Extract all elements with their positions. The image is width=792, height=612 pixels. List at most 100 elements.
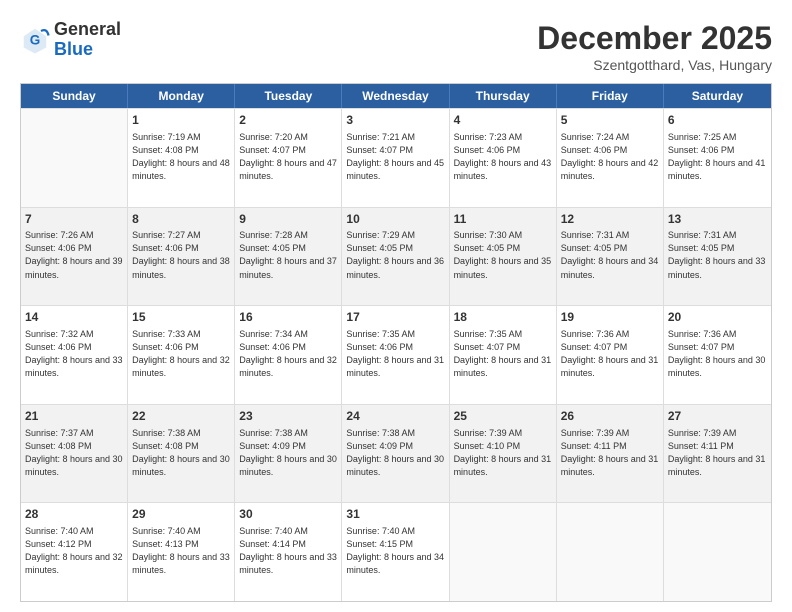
calendar-cell: 9Sunrise: 7:28 AM Sunset: 4:05 PM Daylig… [235, 208, 342, 306]
cell-info: Sunrise: 7:29 AM Sunset: 4:05 PM Dayligh… [346, 229, 444, 281]
cell-info: Sunrise: 7:23 AM Sunset: 4:06 PM Dayligh… [454, 131, 552, 183]
cell-info: Sunrise: 7:35 AM Sunset: 4:06 PM Dayligh… [346, 328, 444, 380]
calendar-cell: 15 Sunrise: 7:33 AM Sunset: 4:06 PM Dayli… [128, 306, 235, 404]
calendar-cell: 11Sunrise: 7:30 AM Sunset: 4:05 PM Dayli… [450, 208, 557, 306]
calendar-cell: 22 Sunrise: 7:38 AM Sunset: 4:08 PM Dayli… [128, 405, 235, 503]
calendar-cell: 16Sunrise: 7:34 AM Sunset: 4:06 PM Dayli… [235, 306, 342, 404]
calendar-cell: 10Sunrise: 7:29 AM Sunset: 4:05 PM Dayli… [342, 208, 449, 306]
cell-info: Sunrise: 7:30 AM Sunset: 4:05 PM Dayligh… [454, 229, 552, 281]
header-day: Friday [557, 84, 664, 108]
calendar-cell [557, 503, 664, 601]
calendar-cell: 20 Sunrise: 7:36 AM Sunset: 4:07 PM Dayli… [664, 306, 771, 404]
day-number: 14 [25, 309, 123, 326]
calendar-cell [450, 503, 557, 601]
cell-info: Sunrise: 7:26 AM Sunset: 4:06 PM Dayligh… [25, 229, 123, 281]
cell-info: Sunrise: 7:21 AM Sunset: 4:07 PM Dayligh… [346, 131, 444, 183]
calendar-cell: 25 Sunrise: 7:39 AM Sunset: 4:10 PM Dayli… [450, 405, 557, 503]
logo-blue: Blue [54, 40, 121, 60]
day-number: 20 [668, 309, 767, 326]
calendar-cell: 24Sunrise: 7:38 AM Sunset: 4:09 PM Dayli… [342, 405, 449, 503]
calendar-cell: 27 Sunrise: 7:39 AM Sunset: 4:11 PM Dayli… [664, 405, 771, 503]
cell-info: Sunrise: 7:39 AM Sunset: 4:10 PM Dayligh… [454, 427, 552, 479]
cell-info: Sunrise: 7:40 AM Sunset: 4:13 PM Dayligh… [132, 525, 230, 577]
day-number: 28 [25, 506, 123, 523]
day-number: 5 [561, 112, 659, 129]
location: Szentgotthard, Vas, Hungary [537, 57, 772, 73]
day-number: 3 [346, 112, 444, 129]
header-day: Saturday [664, 84, 771, 108]
cell-info: Sunrise: 7:35 AM Sunset: 4:07 PM Dayligh… [454, 328, 552, 380]
calendar-body: 1 Sunrise: 7:19 AM Sunset: 4:08 PM Daylig… [21, 108, 771, 601]
header-day: Sunday [21, 84, 128, 108]
calendar-row: 28Sunrise: 7:40 AM Sunset: 4:12 PM Dayli… [21, 502, 771, 601]
day-number: 1 [132, 112, 230, 129]
day-number: 19 [561, 309, 659, 326]
calendar-cell: 29 Sunrise: 7:40 AM Sunset: 4:13 PM Dayli… [128, 503, 235, 601]
day-number: 2 [239, 112, 337, 129]
calendar-row: 14 Sunrise: 7:32 AM Sunset: 4:06 PM Dayli… [21, 305, 771, 404]
day-number: 29 [132, 506, 230, 523]
cell-info: Sunrise: 7:38 AM Sunset: 4:08 PM Dayligh… [132, 427, 230, 479]
cell-info: Sunrise: 7:28 AM Sunset: 4:05 PM Dayligh… [239, 229, 337, 281]
cell-info: Sunrise: 7:39 AM Sunset: 4:11 PM Dayligh… [561, 427, 659, 479]
calendar-row: 7Sunrise: 7:26 AM Sunset: 4:06 PM Daylig… [21, 207, 771, 306]
day-number: 15 [132, 309, 230, 326]
cell-info: Sunrise: 7:38 AM Sunset: 4:09 PM Dayligh… [239, 427, 337, 479]
calendar-cell: 12Sunrise: 7:31 AM Sunset: 4:05 PM Dayli… [557, 208, 664, 306]
month-title: December 2025 [537, 20, 772, 57]
logo: G General Blue [20, 20, 121, 60]
cell-info: Sunrise: 7:40 AM Sunset: 4:14 PM Dayligh… [239, 525, 337, 577]
day-number: 22 [132, 408, 230, 425]
cell-info: Sunrise: 7:36 AM Sunset: 4:07 PM Dayligh… [668, 328, 767, 380]
calendar-cell: 28Sunrise: 7:40 AM Sunset: 4:12 PM Dayli… [21, 503, 128, 601]
calendar-cell: 3 Sunrise: 7:21 AM Sunset: 4:07 PM Daylig… [342, 109, 449, 207]
calendar-cell: 30Sunrise: 7:40 AM Sunset: 4:14 PM Dayli… [235, 503, 342, 601]
day-number: 17 [346, 309, 444, 326]
calendar-cell: 13Sunrise: 7:31 AM Sunset: 4:05 PM Dayli… [664, 208, 771, 306]
calendar-cell: 21Sunrise: 7:37 AM Sunset: 4:08 PM Dayli… [21, 405, 128, 503]
day-number: 12 [561, 211, 659, 228]
day-number: 26 [561, 408, 659, 425]
header-day: Thursday [450, 84, 557, 108]
calendar-cell: 18 Sunrise: 7:35 AM Sunset: 4:07 PM Dayli… [450, 306, 557, 404]
day-number: 13 [668, 211, 767, 228]
cell-info: Sunrise: 7:37 AM Sunset: 4:08 PM Dayligh… [25, 427, 123, 479]
calendar-cell: 6Sunrise: 7:25 AM Sunset: 4:06 PM Daylig… [664, 109, 771, 207]
calendar-cell [664, 503, 771, 601]
calendar-cell: 23 Sunrise: 7:38 AM Sunset: 4:09 PM Dayli… [235, 405, 342, 503]
calendar: SundayMondayTuesdayWednesdayThursdayFrid… [20, 83, 772, 602]
calendar-cell: 31 Sunrise: 7:40 AM Sunset: 4:15 PM Dayli… [342, 503, 449, 601]
calendar-cell: 5Sunrise: 7:24 AM Sunset: 4:06 PM Daylig… [557, 109, 664, 207]
page: G General Blue December 2025 Szentgottha… [0, 0, 792, 612]
cell-info: Sunrise: 7:27 AM Sunset: 4:06 PM Dayligh… [132, 229, 230, 281]
cell-info: Sunrise: 7:39 AM Sunset: 4:11 PM Dayligh… [668, 427, 767, 479]
day-number: 24 [346, 408, 444, 425]
cell-info: Sunrise: 7:31 AM Sunset: 4:05 PM Dayligh… [561, 229, 659, 281]
calendar-row: 1 Sunrise: 7:19 AM Sunset: 4:08 PM Daylig… [21, 108, 771, 207]
calendar-cell: 1 Sunrise: 7:19 AM Sunset: 4:08 PM Daylig… [128, 109, 235, 207]
day-number: 31 [346, 506, 444, 523]
day-number: 18 [454, 309, 552, 326]
cell-info: Sunrise: 7:34 AM Sunset: 4:06 PM Dayligh… [239, 328, 337, 380]
header-day: Tuesday [235, 84, 342, 108]
title-area: December 2025 Szentgotthard, Vas, Hungar… [537, 20, 772, 73]
calendar-cell: 26 Sunrise: 7:39 AM Sunset: 4:11 PM Dayli… [557, 405, 664, 503]
cell-info: Sunrise: 7:40 AM Sunset: 4:15 PM Dayligh… [346, 525, 444, 577]
cell-info: Sunrise: 7:31 AM Sunset: 4:05 PM Dayligh… [668, 229, 767, 281]
cell-info: Sunrise: 7:32 AM Sunset: 4:06 PM Dayligh… [25, 328, 123, 380]
calendar-cell: 8Sunrise: 7:27 AM Sunset: 4:06 PM Daylig… [128, 208, 235, 306]
header-day: Wednesday [342, 84, 449, 108]
header: G General Blue December 2025 Szentgottha… [20, 20, 772, 73]
calendar-cell: 4 Sunrise: 7:23 AM Sunset: 4:06 PM Daylig… [450, 109, 557, 207]
calendar-cell [21, 109, 128, 207]
logo-general: General [54, 20, 121, 40]
day-number: 6 [668, 112, 767, 129]
day-number: 25 [454, 408, 552, 425]
cell-info: Sunrise: 7:19 AM Sunset: 4:08 PM Dayligh… [132, 131, 230, 183]
cell-info: Sunrise: 7:20 AM Sunset: 4:07 PM Dayligh… [239, 131, 337, 183]
day-number: 27 [668, 408, 767, 425]
cell-info: Sunrise: 7:33 AM Sunset: 4:06 PM Dayligh… [132, 328, 230, 380]
day-number: 4 [454, 112, 552, 129]
day-number: 23 [239, 408, 337, 425]
logo-icon: G [20, 25, 50, 55]
